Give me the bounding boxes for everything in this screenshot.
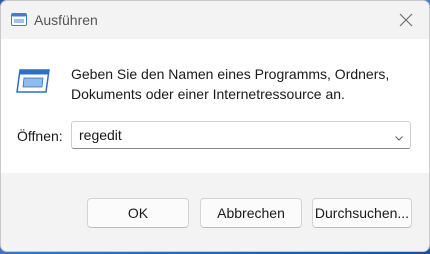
instruction-text: Geben Sie den Namen eines Programms, Ord… — [71, 66, 390, 102]
title-bar[interactable]: Ausführen — [1, 1, 429, 39]
browse-button[interactable]: Durchsuchen... — [312, 198, 412, 228]
open-combobox[interactable]: regedit — [71, 121, 411, 149]
open-label: Öffnen: — [17, 128, 63, 144]
close-icon — [399, 13, 413, 27]
run-icon — [16, 69, 50, 93]
run-dialog: Ausführen Geben Sie den Namen eines Prog… — [0, 0, 430, 252]
run-icon — [11, 13, 27, 26]
close-button[interactable] — [391, 5, 421, 35]
window-title: Ausführen — [34, 12, 98, 28]
dialog-content: Geben Sie den Namen eines Programms, Ord… — [1, 39, 429, 173]
button-bar: OK Abbrechen Durchsuchen... — [1, 173, 429, 251]
ok-button[interactable]: OK — [87, 198, 189, 228]
cancel-button[interactable]: Abbrechen — [200, 198, 302, 228]
chevron-down-icon[interactable] — [394, 130, 404, 141]
open-input[interactable]: regedit — [79, 127, 122, 144]
